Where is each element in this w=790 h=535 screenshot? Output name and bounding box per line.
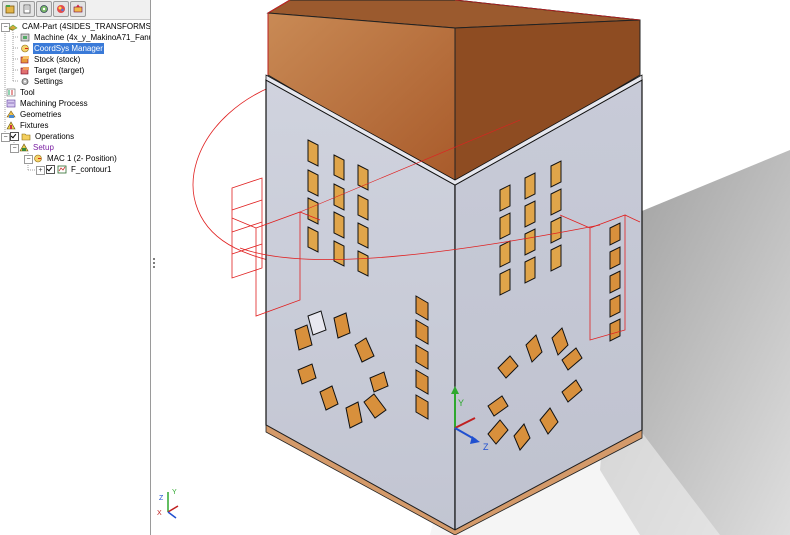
- view-orientation-triad: Y Z X: [157, 489, 179, 519]
- model-triad-z-label: Z: [483, 442, 489, 452]
- model-triad-y-label: Y: [458, 398, 464, 408]
- graphics-viewport[interactable]: Y Z Y Z X: [151, 0, 790, 535]
- view-triad-z-label: Z: [159, 495, 164, 502]
- model-view: Y Z Y Z X: [157, 0, 790, 535]
- appearance-icon[interactable]: [53, 1, 69, 17]
- panel-toolbar: [0, 0, 150, 20]
- view-triad-x-label: X: [157, 510, 162, 517]
- properties-icon[interactable]: [19, 1, 35, 17]
- config-icon[interactable]: [36, 1, 52, 17]
- view-triad-y-label: Y: [172, 489, 177, 496]
- feature-tree-panel: − CAM-Part (4SIDES_TRANSFORMS_) Machine …: [0, 0, 151, 535]
- left-column-pockets: [415, 295, 429, 420]
- cam-icon[interactable]: [70, 1, 86, 17]
- part-tree-icon[interactable]: [2, 1, 18, 17]
- tree-connectors: [4, 30, 36, 171]
- right-column-pockets: [609, 222, 621, 342]
